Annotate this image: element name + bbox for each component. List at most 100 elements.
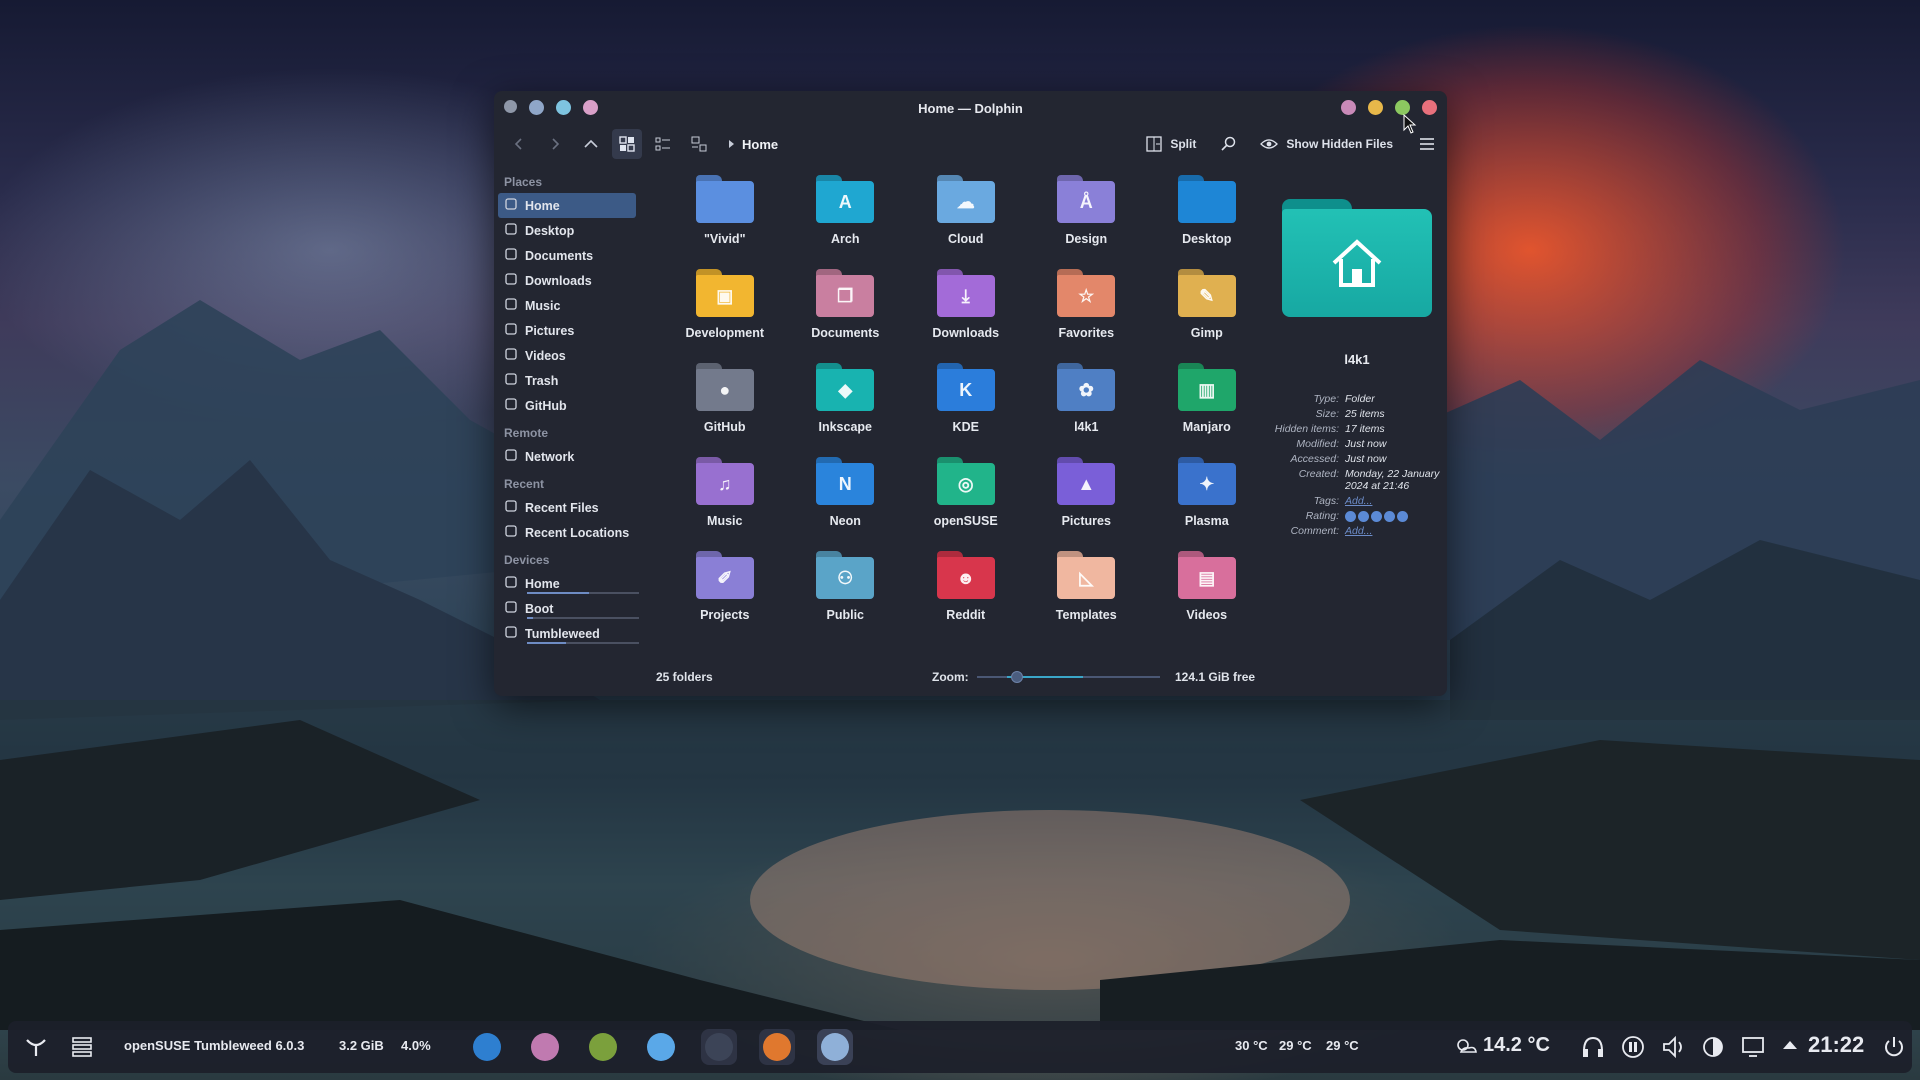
weather-icon[interactable] <box>1453 1034 1479 1058</box>
place-network[interactable]: Network <box>498 444 636 469</box>
star-icon[interactable] <box>1358 510 1369 522</box>
tray-expand-icon[interactable] <box>1781 1037 1799 1051</box>
icons-view-button[interactable] <box>612 129 642 159</box>
pause-icon[interactable] <box>1621 1035 1645 1059</box>
folder-item[interactable]: ☻ Reddit <box>906 545 1027 639</box>
place-videos[interactable]: Videos <box>498 343 636 368</box>
place-music[interactable]: Music <box>498 293 636 318</box>
folder-item[interactable]: N Neon <box>785 451 906 545</box>
folder-item[interactable]: ◎ openSUSE <box>906 451 1027 545</box>
place-home[interactable]: Home <box>498 193 636 218</box>
forward-button[interactable] <box>540 129 570 159</box>
folder-item[interactable]: "Vivid" <box>665 169 786 263</box>
star-icon[interactable] <box>1371 510 1382 522</box>
place-downloads[interactable]: Downloads <box>498 268 636 293</box>
power-icon[interactable] <box>1882 1035 1906 1059</box>
folder-icon: ✦ <box>1177 457 1236 505</box>
folder-name: GitHub <box>703 420 746 434</box>
maximize-button[interactable] <box>1395 100 1410 115</box>
zoom-slider[interactable] <box>976 671 1160 683</box>
folder-icon: ☻ <box>936 551 995 599</box>
place-label: Recent Files <box>525 500 599 515</box>
folder-item[interactable]: ❐ Documents <box>785 263 906 357</box>
tags-add-link[interactable]: Add... <box>1345 495 1447 507</box>
app-menu-icon[interactable] <box>504 100 517 113</box>
folder-item[interactable]: ♫ Music <box>665 451 786 545</box>
folder-item[interactable]: ● GitHub <box>665 357 786 451</box>
place-recent-files[interactable]: Recent Files <box>498 495 636 520</box>
settings-app[interactable] <box>643 1029 679 1065</box>
search-button[interactable] <box>1220 129 1236 159</box>
folder-item[interactable]: ✿ l4k1 <box>1026 357 1147 451</box>
weather-temp[interactable]: 14.2 °C <box>1483 1034 1550 1057</box>
folder-item[interactable]: ✐ Projects <box>665 545 786 639</box>
meta-value: 17 items <box>1345 423 1385 435</box>
show-hidden-files-button[interactable]: Show Hidden Files <box>1260 129 1393 159</box>
breadcrumb[interactable]: Home <box>726 137 778 152</box>
folder-item[interactable]: ⤓ Downloads <box>906 263 1027 357</box>
switcher-app[interactable] <box>701 1029 737 1065</box>
rating-stars[interactable] <box>1345 510 1447 522</box>
folder-item[interactable]: Desktop <box>1147 169 1268 263</box>
zoom-slider-handle[interactable] <box>1010 671 1023 683</box>
place-recent-locations[interactable]: Recent Locations <box>498 520 636 545</box>
night-color-icon[interactable] <box>1701 1035 1725 1059</box>
compact-view-button[interactable] <box>648 129 678 159</box>
folder-item[interactable]: A Arch <box>785 169 906 263</box>
folder-item[interactable]: K KDE <box>906 357 1027 451</box>
device-home[interactable]: Home <box>498 571 639 596</box>
comment-label: Comment: <box>1290 525 1339 537</box>
folder-item[interactable]: Å Design <box>1026 169 1147 263</box>
device-tumbleweed[interactable]: Tumbleweed <box>498 621 639 646</box>
help-icon[interactable] <box>1341 100 1356 115</box>
folder-item[interactable]: ▣ Development <box>665 263 786 357</box>
folder-name: Favorites <box>1058 326 1115 340</box>
place-trash[interactable]: Trash <box>498 368 636 393</box>
folder-item[interactable]: ▲ Pictures <box>1026 451 1147 545</box>
breadcrumb-home[interactable]: Home <box>742 137 778 152</box>
place-github[interactable]: GitHub <box>498 393 636 418</box>
details-view-button[interactable] <box>684 129 714 159</box>
hamburger-menu-button[interactable] <box>1419 129 1435 159</box>
folder-item[interactable]: ✎ Gimp <box>1147 263 1268 357</box>
device-boot[interactable]: Boot <box>498 596 639 621</box>
system-monitor-app[interactable] <box>469 1029 505 1065</box>
app-launcher-icon[interactable] <box>24 1035 48 1059</box>
folder-item[interactable]: ◺ Templates <box>1026 545 1147 639</box>
dolphin-app[interactable] <box>817 1029 853 1065</box>
keep-above-icon[interactable] <box>556 100 571 115</box>
task-overview-icon[interactable] <box>70 1035 94 1059</box>
folder-item[interactable]: ☁ Cloud <box>906 169 1027 263</box>
star-icon[interactable] <box>1384 510 1395 522</box>
place-pictures[interactable]: Pictures <box>498 318 636 343</box>
folder-item[interactable]: ⚇ Public <box>785 545 906 639</box>
back-button[interactable] <box>504 129 534 159</box>
gecko-app[interactable] <box>585 1029 621 1065</box>
star-icon[interactable] <box>1397 510 1408 522</box>
headphones-icon[interactable] <box>1581 1035 1605 1059</box>
folder-item[interactable]: ▥ Manjaro <box>1147 357 1268 451</box>
discover-app[interactable] <box>527 1029 563 1065</box>
folder-item[interactable]: ◆ Inkscape <box>785 357 906 451</box>
split-button[interactable]: Split <box>1146 129 1196 159</box>
folder-emblem-icon: ☆ <box>1078 285 1095 306</box>
folder-item[interactable]: ▤ Videos <box>1147 545 1268 639</box>
place-desktop[interactable]: Desktop <box>498 218 636 243</box>
folder-icon: Å <box>1057 175 1116 223</box>
star-icon[interactable] <box>1345 510 1356 522</box>
volume-icon[interactable] <box>1661 1035 1687 1059</box>
minimize-button[interactable] <box>1368 100 1383 115</box>
folder-item[interactable]: ✦ Plasma <box>1147 451 1268 545</box>
rating-label: Rating: <box>1305 510 1339 522</box>
folder-name: Plasma <box>1184 514 1229 528</box>
folder-item[interactable]: ☆ Favorites <box>1026 263 1147 357</box>
display-config-icon[interactable] <box>1741 1035 1767 1059</box>
clock[interactable]: 21:22 <box>1808 1032 1864 1058</box>
place-documents[interactable]: Documents <box>498 243 636 268</box>
up-button[interactable] <box>576 129 606 159</box>
shade-icon[interactable] <box>583 100 598 115</box>
on-all-desktops-icon[interactable] <box>529 100 544 115</box>
comment-add-link[interactable]: Add... <box>1345 525 1447 537</box>
firefox-app[interactable] <box>759 1029 795 1065</box>
close-button[interactable] <box>1422 100 1437 115</box>
